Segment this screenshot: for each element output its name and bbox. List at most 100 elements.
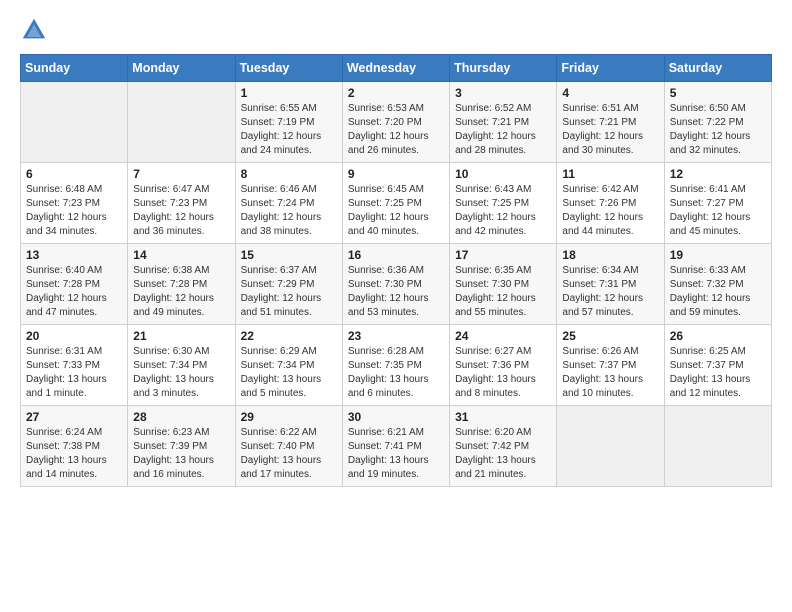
day-number: 18 [562, 248, 658, 262]
calendar-body: 1Sunrise: 6:55 AM Sunset: 7:19 PM Daylig… [21, 82, 772, 487]
cell-content: Sunrise: 6:38 AM Sunset: 7:28 PM Dayligh… [133, 264, 229, 320]
calendar-cell [557, 406, 664, 487]
calendar-cell: 16 Sunrise: 6:36 AM Sunset: 7:30 PM Dayli… [342, 244, 449, 325]
week-row-5: 27 Sunrise: 6:24 AM Sunset: 7:38 PM Dayli… [21, 406, 772, 487]
calendar-cell: 10Sunrise: 6:43 AM Sunset: 7:25 PM Dayli… [450, 163, 557, 244]
cell-content: Sunrise: 6:46 AM Sunset: 7:24 PM Dayligh… [241, 183, 337, 239]
day-number: 31 [455, 410, 551, 424]
day-number: 24 [455, 329, 551, 343]
day-number: 19 [670, 248, 766, 262]
day-number: 29 [241, 410, 337, 424]
cell-content: Sunrise: 6:24 AM Sunset: 7:38 PM Dayligh… [26, 426, 122, 482]
logo-icon [20, 16, 48, 44]
cell-content: Sunrise: 6:23 AM Sunset: 7:39 PM Dayligh… [133, 426, 229, 482]
day-number: 20 [26, 329, 122, 343]
calendar-cell: 29 Sunrise: 6:22 AM Sunset: 7:40 PM Dayli… [235, 406, 342, 487]
cell-content: Sunrise: 6:30 AM Sunset: 7:34 PM Dayligh… [133, 345, 229, 401]
calendar-cell: 27 Sunrise: 6:24 AM Sunset: 7:38 PM Dayli… [21, 406, 128, 487]
cell-content: Sunrise: 6:28 AM Sunset: 7:35 PM Dayligh… [348, 345, 444, 401]
day-number: 23 [348, 329, 444, 343]
calendar-cell: 22 Sunrise: 6:29 AM Sunset: 7:34 PM Dayli… [235, 325, 342, 406]
day-number: 16 [348, 248, 444, 262]
day-header-sunday: Sunday [21, 55, 128, 82]
cell-content: Sunrise: 6:47 AM Sunset: 7:23 PM Dayligh… [133, 183, 229, 239]
logo [20, 16, 52, 44]
calendar-cell [21, 82, 128, 163]
calendar-cell [128, 82, 235, 163]
calendar-cell: 26Sunrise: 6:25 AM Sunset: 7:37 PM Dayli… [664, 325, 771, 406]
day-number: 9 [348, 167, 444, 181]
day-number: 26 [670, 329, 766, 343]
cell-content: Sunrise: 6:52 AM Sunset: 7:21 PM Dayligh… [455, 102, 551, 158]
day-number: 1 [241, 86, 337, 100]
day-number: 30 [348, 410, 444, 424]
cell-content: Sunrise: 6:42 AM Sunset: 7:26 PM Dayligh… [562, 183, 658, 239]
calendar-cell: 1Sunrise: 6:55 AM Sunset: 7:19 PM Daylig… [235, 82, 342, 163]
day-header-monday: Monday [128, 55, 235, 82]
cell-content: Sunrise: 6:41 AM Sunset: 7:27 PM Dayligh… [670, 183, 766, 239]
cell-content: Sunrise: 6:31 AM Sunset: 7:33 PM Dayligh… [26, 345, 122, 401]
cell-content: Sunrise: 6:37 AM Sunset: 7:29 PM Dayligh… [241, 264, 337, 320]
calendar-cell: 25Sunrise: 6:26 AM Sunset: 7:37 PM Dayli… [557, 325, 664, 406]
cell-content: Sunrise: 6:53 AM Sunset: 7:20 PM Dayligh… [348, 102, 444, 158]
day-number: 3 [455, 86, 551, 100]
cell-content: Sunrise: 6:29 AM Sunset: 7:34 PM Dayligh… [241, 345, 337, 401]
cell-content: Sunrise: 6:51 AM Sunset: 7:21 PM Dayligh… [562, 102, 658, 158]
header [20, 16, 772, 44]
day-header-saturday: Saturday [664, 55, 771, 82]
calendar-cell: 24 Sunrise: 6:27 AM Sunset: 7:36 PM Dayli… [450, 325, 557, 406]
page: SundayMondayTuesdayWednesdayThursdayFrid… [0, 0, 792, 503]
calendar-cell: 18 Sunrise: 6:34 AM Sunset: 7:31 PM Dayli… [557, 244, 664, 325]
day-number: 22 [241, 329, 337, 343]
day-header-thursday: Thursday [450, 55, 557, 82]
cell-content: Sunrise: 6:35 AM Sunset: 7:30 PM Dayligh… [455, 264, 551, 320]
calendar-cell: 23 Sunrise: 6:28 AM Sunset: 7:35 PM Dayli… [342, 325, 449, 406]
week-row-2: 6Sunrise: 6:48 AM Sunset: 7:23 PM Daylig… [21, 163, 772, 244]
day-header-tuesday: Tuesday [235, 55, 342, 82]
calendar-cell: 11 Sunrise: 6:42 AM Sunset: 7:26 PM Dayli… [557, 163, 664, 244]
day-number: 11 [562, 167, 658, 181]
day-number: 28 [133, 410, 229, 424]
day-number: 15 [241, 248, 337, 262]
calendar-cell: 20 Sunrise: 6:31 AM Sunset: 7:33 PM Dayli… [21, 325, 128, 406]
day-number: 27 [26, 410, 122, 424]
week-row-3: 13Sunrise: 6:40 AM Sunset: 7:28 PM Dayli… [21, 244, 772, 325]
calendar-cell: 19 Sunrise: 6:33 AM Sunset: 7:32 PM Dayli… [664, 244, 771, 325]
calendar-cell: 6Sunrise: 6:48 AM Sunset: 7:23 PM Daylig… [21, 163, 128, 244]
calendar-cell: 4Sunrise: 6:51 AM Sunset: 7:21 PM Daylig… [557, 82, 664, 163]
calendar-table: SundayMondayTuesdayWednesdayThursdayFrid… [20, 54, 772, 487]
calendar-header: SundayMondayTuesdayWednesdayThursdayFrid… [21, 55, 772, 82]
cell-content: Sunrise: 6:21 AM Sunset: 7:41 PM Dayligh… [348, 426, 444, 482]
cell-content: Sunrise: 6:48 AM Sunset: 7:23 PM Dayligh… [26, 183, 122, 239]
day-number: 21 [133, 329, 229, 343]
calendar-cell: 13Sunrise: 6:40 AM Sunset: 7:28 PM Dayli… [21, 244, 128, 325]
day-number: 8 [241, 167, 337, 181]
cell-content: Sunrise: 6:22 AM Sunset: 7:40 PM Dayligh… [241, 426, 337, 482]
calendar-cell: 12 Sunrise: 6:41 AM Sunset: 7:27 PM Dayli… [664, 163, 771, 244]
cell-content: Sunrise: 6:34 AM Sunset: 7:31 PM Dayligh… [562, 264, 658, 320]
cell-content: Sunrise: 6:20 AM Sunset: 7:42 PM Dayligh… [455, 426, 551, 482]
day-header-friday: Friday [557, 55, 664, 82]
day-header-wednesday: Wednesday [342, 55, 449, 82]
day-number: 5 [670, 86, 766, 100]
header-row: SundayMondayTuesdayWednesdayThursdayFrid… [21, 55, 772, 82]
calendar-cell: 31 Sunrise: 6:20 AM Sunset: 7:42 PM Dayli… [450, 406, 557, 487]
week-row-1: 1Sunrise: 6:55 AM Sunset: 7:19 PM Daylig… [21, 82, 772, 163]
calendar-cell: 8 Sunrise: 6:46 AM Sunset: 7:24 PM Daylig… [235, 163, 342, 244]
cell-content: Sunrise: 6:33 AM Sunset: 7:32 PM Dayligh… [670, 264, 766, 320]
calendar-cell: 14 Sunrise: 6:38 AM Sunset: 7:28 PM Dayli… [128, 244, 235, 325]
day-number: 13 [26, 248, 122, 262]
calendar-cell: 28 Sunrise: 6:23 AM Sunset: 7:39 PM Dayli… [128, 406, 235, 487]
calendar-cell: 2 Sunrise: 6:53 AM Sunset: 7:20 PM Daylig… [342, 82, 449, 163]
week-row-4: 20 Sunrise: 6:31 AM Sunset: 7:33 PM Dayli… [21, 325, 772, 406]
cell-content: Sunrise: 6:45 AM Sunset: 7:25 PM Dayligh… [348, 183, 444, 239]
day-number: 12 [670, 167, 766, 181]
cell-content: Sunrise: 6:27 AM Sunset: 7:36 PM Dayligh… [455, 345, 551, 401]
calendar-cell: 3 Sunrise: 6:52 AM Sunset: 7:21 PM Daylig… [450, 82, 557, 163]
day-number: 2 [348, 86, 444, 100]
calendar-cell: 30 Sunrise: 6:21 AM Sunset: 7:41 PM Dayli… [342, 406, 449, 487]
day-number: 14 [133, 248, 229, 262]
calendar-cell: 21 Sunrise: 6:30 AM Sunset: 7:34 PM Dayli… [128, 325, 235, 406]
cell-content: Sunrise: 6:36 AM Sunset: 7:30 PM Dayligh… [348, 264, 444, 320]
day-number: 10 [455, 167, 551, 181]
